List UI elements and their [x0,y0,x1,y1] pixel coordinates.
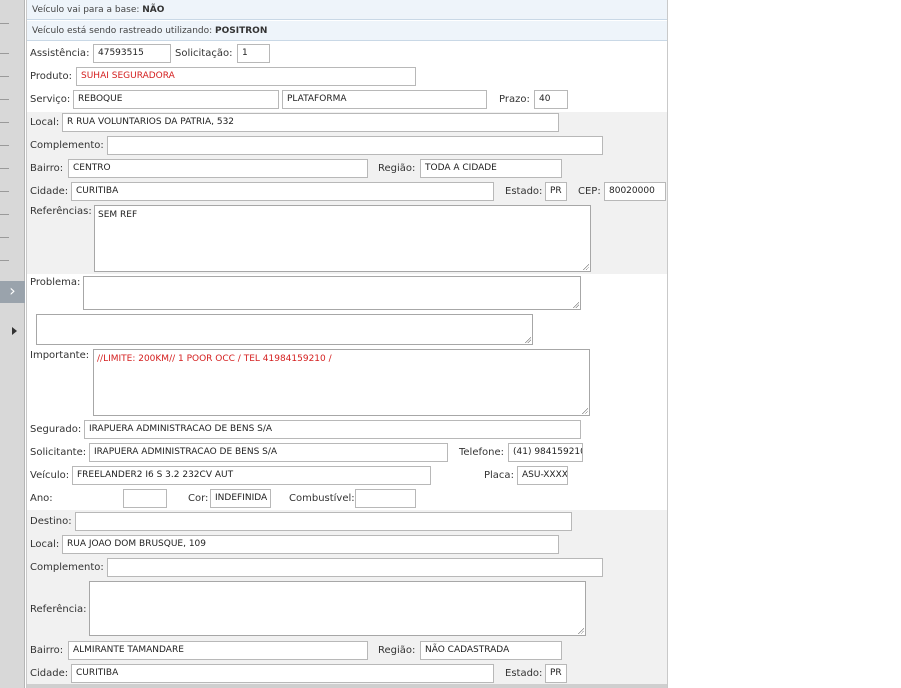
destination-estado-label: Estado: [505,668,543,679]
referencias-label: Referências: [30,206,92,217]
rail-divider [0,168,9,169]
cep-label: CEP: [578,186,601,197]
rail-divider [0,237,9,238]
rail-divider [0,145,9,146]
rail-divider [0,76,9,77]
regiao-label: Região: [378,163,416,174]
rail-divider [0,191,9,192]
problema-textarea[interactable] [83,276,581,310]
rail-divider [0,99,9,100]
destination-estado-field[interactable]: PR [545,664,567,683]
cidade-label: Cidade: [30,186,69,197]
assistencia-field[interactable]: 47593515 [93,44,171,63]
produto-field[interactable]: SUHAI SEGURADORA [76,67,416,86]
destination-cidade-field[interactable]: CURITIBA [71,664,494,683]
resize-grip-icon[interactable] [581,407,588,414]
referencias-textarea[interactable]: SEM REF [94,205,591,272]
combustivel-field[interactable] [355,489,416,508]
estado-field[interactable]: PR [545,182,567,201]
veiculo-field[interactable]: FREELANDER2 I6 S 3.2 232CV AUT [72,466,431,485]
ano-label: Ano: [30,493,53,504]
assistencia-label: Assistência: [30,48,90,59]
combustivel-label: Combustível: [289,493,355,504]
base-info-label: Veículo vai para a base: [32,5,140,15]
resize-grip-icon[interactable] [582,263,589,270]
placa-field[interactable]: ASU-XXXX [517,466,568,485]
solicitante-label: Solicitante: [30,447,87,458]
destination-local-field[interactable]: RUA JOAO DOM BRUSQUE, 109 [62,535,559,554]
telefone-label: Telefone: [459,447,504,458]
complemento-field[interactable] [107,136,603,155]
solicitacao-field[interactable]: 1 [237,44,270,63]
bairro-label: Bairro: [30,163,64,174]
destination-bairro-label: Bairro: [30,645,64,656]
rail-divider [0,53,9,54]
tracking-info-label: Veículo está sendo rastreado utilizando: [32,26,213,36]
tracking-info-bar: Veículo está sendo rastreado utilizando:… [27,21,667,41]
telefone-field[interactable]: (41) 984159210 [508,443,583,462]
prazo-label: Prazo: [499,94,530,105]
panel-bottom-edge [27,684,667,688]
cor-label: Cor: [188,493,209,504]
servico-field[interactable]: REBOQUE [73,90,279,109]
base-info-value: NÃO [142,5,165,15]
rail-divider [0,260,9,261]
placa-label: Placa: [484,470,514,481]
servico-tipo-field[interactable]: PLATAFORMA [282,90,487,109]
resize-grip-icon[interactable] [577,627,584,634]
segurado-field[interactable]: IRAPUERA ADMINISTRACAO DE BENS S/A [84,420,581,439]
cor-field[interactable]: INDEFINIDA [210,489,271,508]
destination-complemento-field[interactable] [107,558,603,577]
left-sidebar-rail: › [0,0,25,688]
referencias-text: SEM REF [98,210,138,220]
solicitante-field[interactable]: IRAPUERA ADMINISTRACAO DE BENS S/A [89,443,448,462]
rail-divider [0,122,9,123]
complemento-label: Complemento: [30,140,104,151]
destination-local-label: Local: [30,539,60,550]
regiao-field[interactable]: TODA A CIDADE [420,159,562,178]
chevron-right-icon[interactable]: › [0,281,25,303]
extra-textarea[interactable] [36,314,533,345]
segurado-label: Segurado: [30,424,82,435]
rail-divider [0,214,9,215]
base-info-bar: Veículo vai para a base: NÃO [27,0,667,20]
tracking-info-value: POSITRON [215,26,268,36]
local-field[interactable]: R RUA VOLUNTARIOS DA PATRIA, 532 [62,113,559,132]
destination-bairro-field[interactable]: ALMIRANTE TAMANDARE [68,641,368,660]
destino-label: Destino: [30,516,72,527]
importante-textarea[interactable]: //LIMITE: 200KM// 1 POOR OCC / TEL 41984… [93,349,590,416]
destino-field[interactable] [75,512,572,531]
destination-complemento-label: Complemento: [30,562,104,573]
resize-grip-icon[interactable] [524,336,531,343]
problema-label: Problema: [30,277,81,288]
destination-regiao-field[interactable]: NÃO CADASTRADA [420,641,562,660]
produto-label: Produto: [30,71,72,82]
prazo-field[interactable]: 40 [534,90,568,109]
servico-label: Serviço: [30,94,71,105]
destination-regiao-label: Região: [378,645,416,656]
estado-label: Estado: [505,186,543,197]
importante-text: //LIMITE: 200KM// 1 POOR OCC / TEL 41984… [97,354,332,364]
solicitacao-label: Solicitação: [175,48,233,59]
local-label: Local: [30,117,60,128]
cidade-field[interactable]: CURITIBA [71,182,494,201]
destination-cidade-label: Cidade: [30,668,69,679]
caret-right-icon[interactable] [12,327,17,335]
destination-referencia-label: Referência: [30,604,87,615]
cep-field[interactable]: 80020000 [604,182,666,201]
destination-referencia-textarea[interactable] [89,581,586,636]
bairro-field[interactable]: CENTRO [68,159,368,178]
importante-label: Importante: [30,350,90,361]
rail-divider [0,23,9,24]
veiculo-label: Veículo: [30,470,70,481]
service-form-panel: Veículo vai para a base: NÃO Veículo est… [26,0,668,688]
resize-grip-icon[interactable] [572,301,579,308]
ano-field[interactable] [123,489,167,508]
